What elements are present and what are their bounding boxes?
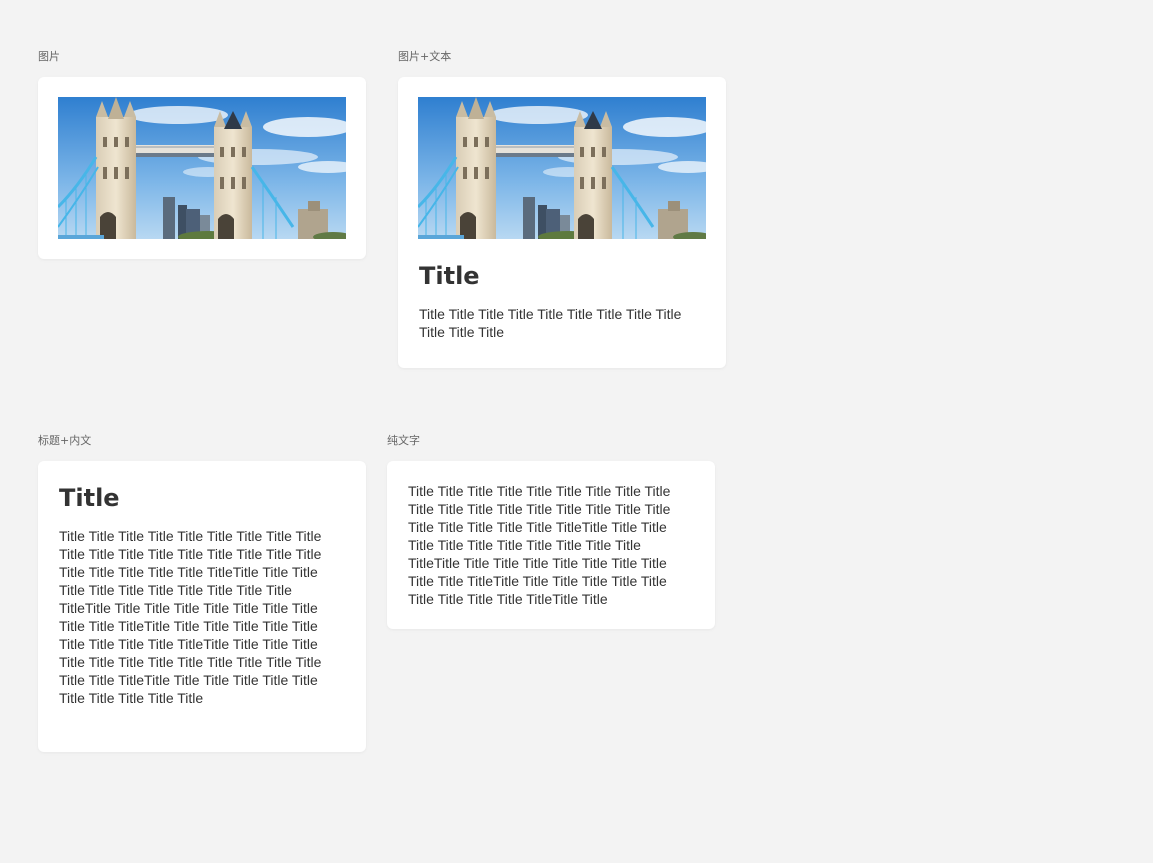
card-title: Title	[419, 262, 480, 290]
card-body-text: Title Title Title Title Title Title Titl…	[408, 483, 671, 607]
card-body-text: Title Title Title Title Title Title Titl…	[59, 528, 322, 706]
image-text-card: Title Title Title Title Title Title Titl…	[398, 77, 726, 368]
section-label-image: 图片	[38, 50, 60, 63]
text-only-card: Title Title Title Title Title Title Titl…	[387, 461, 715, 629]
section-label-image-text: 图片+文本	[398, 50, 452, 63]
section-label-text-only: 纯文字	[387, 434, 420, 447]
card-title: Title	[59, 484, 120, 512]
card-image	[418, 97, 706, 239]
title-body-card: Title Title Title Title Title Title Titl…	[38, 461, 366, 752]
image-card	[38, 77, 366, 259]
card-body-text: Title Title Title Title Title Title Titl…	[419, 306, 682, 340]
card-image	[58, 97, 346, 239]
section-label-title-body: 标题+内文	[38, 434, 92, 447]
